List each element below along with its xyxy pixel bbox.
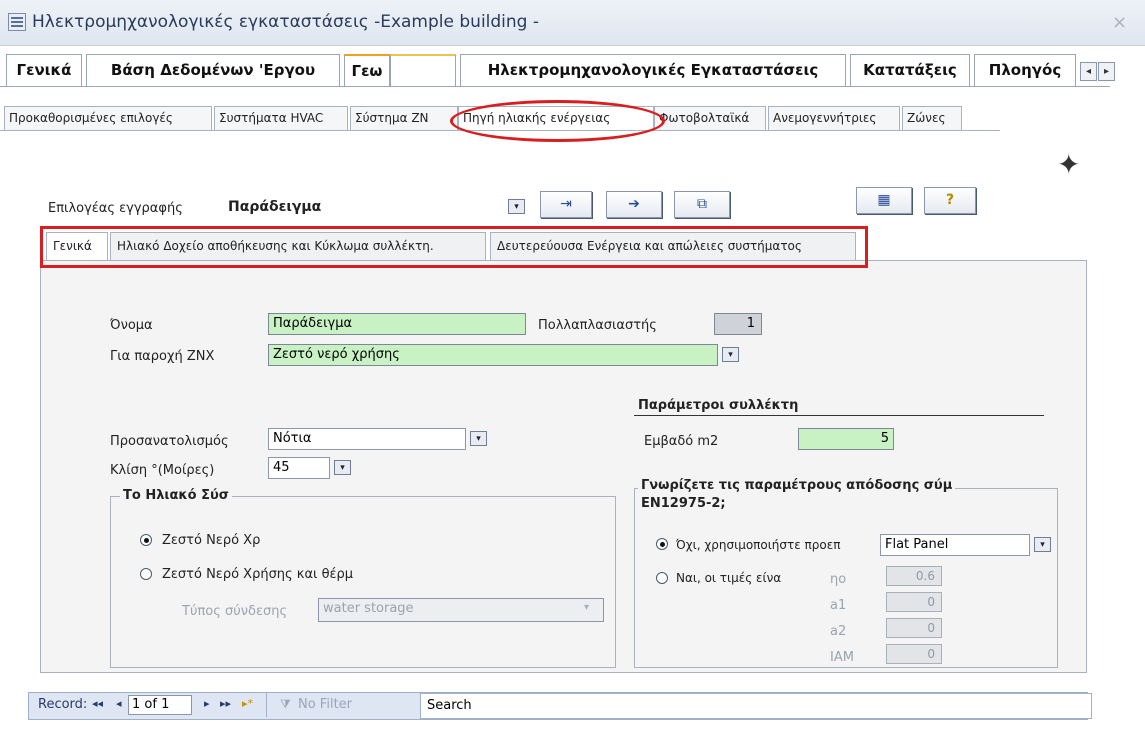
efficiency-preset-dropdown-icon[interactable]: ▾ (1034, 537, 1051, 552)
efficiency-yes-radio[interactable] (656, 572, 668, 584)
filter-icon: ⧩ (280, 697, 291, 711)
orientation-label: Προσανατολισμός (110, 434, 229, 449)
param-label-eta0: ηο (830, 572, 847, 587)
form-icon (8, 13, 26, 31)
maintab-navigator[interactable]: Πλοηγός (974, 54, 1076, 86)
connection-dropdown-icon[interactable]: ▾ (584, 602, 589, 613)
solar-system-title: Το Ηλιακό Σύσ (120, 488, 232, 503)
next-record-button[interactable]: ▸ (204, 697, 210, 710)
help-button[interactable]: ? (924, 187, 976, 214)
highlight-rectangle (40, 226, 868, 268)
tab-scroll-left-button[interactable]: ◂ (1080, 62, 1097, 81)
new-record-button[interactable]: ▸* (242, 697, 253, 710)
param-input-a2[interactable]: 0 (886, 618, 942, 638)
record-selector-value: Παράδειγμα (228, 199, 322, 215)
area-input[interactable]: 5 (798, 428, 894, 450)
param-input-iam[interactable]: 0 (886, 644, 942, 664)
param-label-a1: a1 (830, 598, 847, 613)
solar-system-group (110, 496, 616, 668)
param-input-a1[interactable]: 0 (886, 592, 942, 612)
param-input-eta0[interactable]: 0.6 (886, 566, 942, 586)
efficiency-title-line1: Γνωρίζετε τις παραμέτρους απόδοσης σύμ (638, 478, 956, 493)
tab-scroll-right-button[interactable]: ▸ (1098, 62, 1115, 81)
highlight-ellipse (450, 100, 665, 142)
first-record-button[interactable]: ◂◂ (92, 697, 103, 710)
no-filter-button[interactable]: No Filter (298, 697, 352, 712)
param-label-iam: IAM (830, 650, 854, 665)
connection-type-select[interactable]: water storage (318, 598, 604, 622)
efficiency-preset-select[interactable]: Flat Panel (880, 534, 1030, 556)
dhw-select[interactable]: Ζεστό νερό χρήσης (268, 344, 718, 366)
orientation-dropdown-icon[interactable]: ▾ (470, 431, 487, 446)
subtab-presets[interactable]: Προκαθορισμένες επιλογές (4, 106, 212, 130)
prev-record-button[interactable]: ◂ (116, 697, 122, 710)
multiplier-input[interactable]: 1 (714, 313, 762, 335)
subtab-wind-turbines[interactable]: Ανεμογεννήτριες (768, 106, 900, 130)
record-selector-dropdown-icon[interactable]: ▾ (508, 199, 525, 214)
maintab-geo[interactable]: Γεω (344, 54, 390, 86)
solar-option-combi-label: Ζεστό Νερό Χρήσης και θέρμ (162, 567, 354, 582)
record-label: Record: (38, 697, 88, 712)
collector-params-divider (634, 415, 1044, 416)
close-icon[interactable]: × (1112, 12, 1127, 33)
subtab-photovoltaics[interactable]: Φωτοβολταϊκά (654, 106, 766, 130)
subtab-hvac[interactable]: Συστήματα HVAC (214, 106, 348, 130)
efficiency-yes-label: Ναι, οι τιμές είνα (676, 571, 782, 585)
efficiency-no-radio[interactable] (656, 538, 668, 550)
orientation-select[interactable]: Νότια (268, 428, 466, 450)
name-input[interactable]: Παράδειγμα (268, 313, 526, 335)
subtab-dhw[interactable]: Σύστημα ΖΝ (350, 106, 458, 130)
main-tabs-divider (0, 86, 1110, 87)
maintab-general[interactable]: Γενικά (6, 54, 82, 86)
multiplier-label: Πολλαπλασιαστής (538, 318, 657, 333)
toolbar-button-1[interactable]: ⇥ (540, 191, 592, 218)
solar-option-dhw-radio[interactable] (140, 534, 152, 546)
name-label: Όνομα (110, 318, 153, 333)
area-label: Εμβαδό m2 (644, 434, 719, 449)
efficiency-title-line2: EN12975-2; (641, 496, 726, 511)
toolbar-button-3[interactable]: ⧉ (674, 191, 730, 218)
connection-type-label: Τύπος σύνδεσης (182, 604, 288, 619)
app-logo-icon: ✦ (1057, 148, 1081, 181)
maintab-classifications[interactable]: Κατατάξεις (850, 54, 970, 86)
subtab-zones[interactable]: Ζώνες (902, 106, 962, 130)
efficiency-no-label: Όχι, χρησιμοποιήστε προεπ (676, 538, 841, 552)
dhw-label: Για παροχή ΖΝΧ (110, 349, 215, 364)
solar-option-combi-radio[interactable] (140, 568, 152, 580)
solar-option-dhw-label: Ζεστό Νερό Χρ (162, 533, 261, 548)
collector-params-title: Παράμετροι συλλέκτη (638, 398, 799, 413)
toolbar-button-2[interactable]: ➔ (606, 191, 662, 218)
tilt-dropdown-icon[interactable]: ▾ (334, 460, 351, 475)
table-view-button[interactable]: ▦ (856, 187, 912, 214)
search-input[interactable]: Search (420, 693, 1092, 719)
param-label-a2: a2 (830, 624, 847, 639)
tilt-select[interactable]: 45 (268, 457, 330, 479)
record-selector-label: Επιλογέας εγγραφής (48, 201, 183, 216)
maintab-project-db[interactable]: Βάση Δεδομένων 'Εργου (86, 54, 340, 86)
window-title: Ηλεκτρομηχανολογικές εγκαταστάσεις -Exam… (32, 12, 540, 32)
maintab-blank[interactable] (390, 54, 456, 86)
dhw-dropdown-icon[interactable]: ▾ (722, 347, 739, 362)
record-position-input[interactable]: 1 of 1 (128, 695, 192, 715)
last-record-button[interactable]: ▸▸ (220, 697, 231, 710)
maintab-electromechanical[interactable]: Ηλεκτρομηχανολογικές Εγκαταστάσεις (460, 54, 846, 86)
tilt-label: Κλίση °(Μοίρες) (110, 463, 215, 478)
record-nav-divider (266, 693, 267, 717)
